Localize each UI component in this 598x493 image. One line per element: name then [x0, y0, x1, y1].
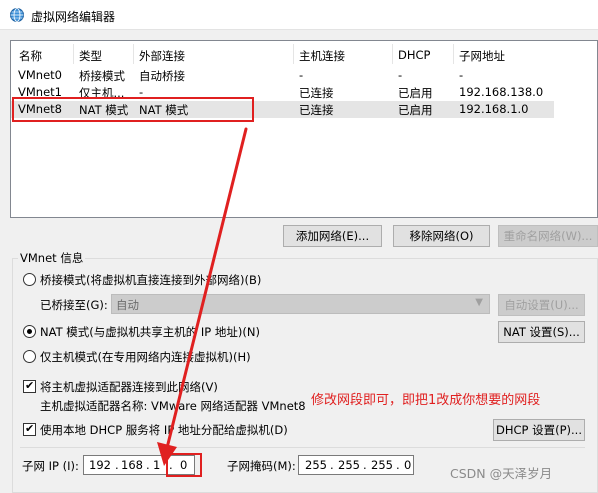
annotation-text: 修改网段即可，即把1改成你想要的网段	[311, 393, 541, 408]
watermark: CSDN @天泽岁月	[450, 466, 553, 481]
red-arrow-icon	[157, 127, 248, 466]
